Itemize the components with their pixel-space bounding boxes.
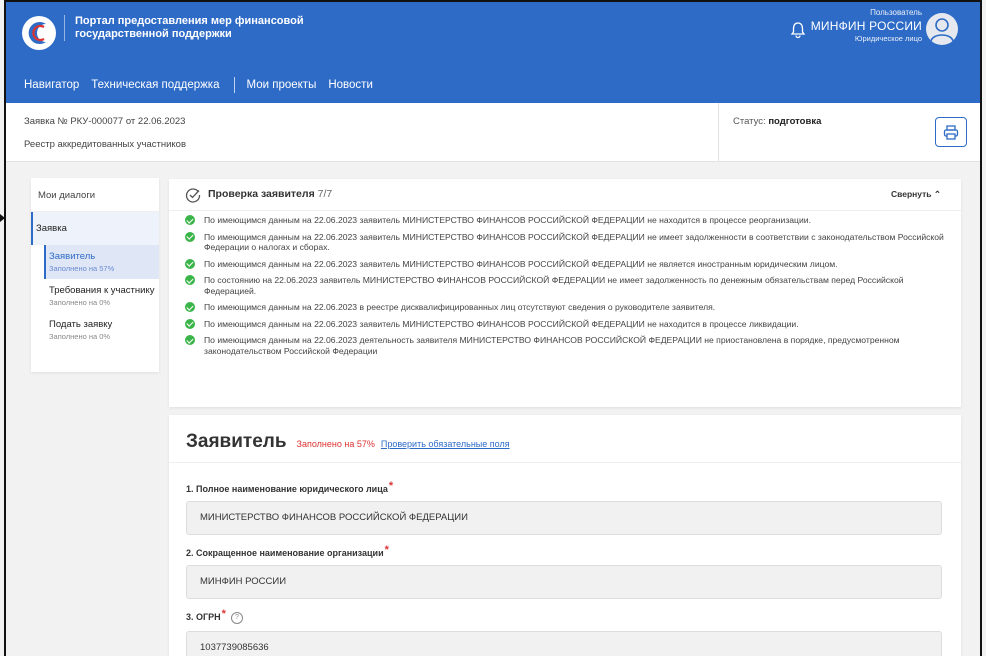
- printer-icon: [943, 124, 959, 140]
- short-name-field[interactable]: МИНФИН РОССИИ: [186, 565, 942, 599]
- short-name-label-text: 2. Сокращенное наименование организации: [186, 548, 384, 558]
- sidebar-item-application[interactable]: Заявка: [31, 212, 159, 245]
- check-success-icon: [185, 318, 195, 329]
- nav-news[interactable]: Новости: [328, 79, 373, 91]
- required-mark: *: [384, 544, 389, 556]
- required-mark: *: [388, 480, 394, 492]
- check-success-icon: [185, 215, 195, 225]
- nav-support[interactable]: Техническая поддержка: [91, 79, 219, 91]
- full-name-label: 1. Полное наименование юридического лица…: [186, 480, 394, 495]
- sidebar-item-applicant[interactable]: Заявитель Заполнено на 57%: [44, 245, 159, 279]
- check-item-text: По состоянию на 22.06.2023 заявитель МИН…: [204, 275, 904, 296]
- check-item-text: По имеющимся данным на 22.06.2023 заявит…: [204, 215, 811, 225]
- status-panel: Статус: подготовка: [718, 103, 980, 161]
- sidebar-item-label: Подать заявку: [49, 319, 113, 330]
- bell-icon[interactable]: [790, 21, 806, 39]
- portal-logo-icon[interactable]: [22, 16, 56, 50]
- check-count: 7/7: [317, 188, 333, 200]
- application-info-bar: Заявка № РКУ-000077 от 22.06.2023 Реестр…: [6, 103, 980, 162]
- print-button[interactable]: [935, 117, 967, 147]
- chevron-up-icon: ⌃: [933, 189, 941, 199]
- divider: [169, 462, 961, 463]
- application-sidebar: Мои диалоги Заявка Заявитель Заполнено н…: [31, 178, 159, 372]
- full-name-label-text: 1. Полное наименование юридического лица: [186, 484, 388, 494]
- edge-pointer-icon: [0, 214, 5, 222]
- collapse-label: Свернуть: [890, 189, 932, 199]
- check-item: По имеющимся данным на 22.06.2023 заявит…: [185, 215, 945, 226]
- applicant-header: Заявитель Заполнено на 57% Проверить обя…: [186, 431, 510, 453]
- check-circle-icon: [185, 187, 201, 203]
- sidebar-item-progress: Заполнено на 57%: [49, 264, 115, 273]
- sidebar-item-label: Требования к участнику: [49, 285, 155, 296]
- avatar[interactable]: [926, 13, 958, 45]
- nav-navigator[interactable]: Навигатор: [24, 79, 79, 91]
- check-card-header: Проверка заявителя 7/7 Свернуть ⌃: [169, 179, 961, 211]
- user-name: МИНФИН РОССИИ: [810, 19, 922, 33]
- check-item-text: По имеющимся данным на 22.06.2023 заявит…: [204, 258, 838, 269]
- check-item: По имеющимся данным на 22.06.2023 в реес…: [185, 302, 945, 313]
- portal-title[interactable]: Портал предоставления мер финансовой гос…: [64, 15, 335, 41]
- ogrn-label: 3. ОГРН*?: [186, 608, 243, 624]
- check-item: По имеющимся данным на 22.06.2023 заявит…: [185, 318, 945, 330]
- check-item: По имеющимся данным на 22.06.2023 деятел…: [185, 335, 945, 356]
- full-name-field[interactable]: МИНИСТЕРСТВО ФИНАНСОВ РОССИЙСКОЙ ФЕДЕРАЦ…: [186, 501, 942, 535]
- main-nav: Навигатор Техническая поддержка Мои прое…: [24, 77, 385, 93]
- applicant-title: Заявитель: [186, 431, 287, 452]
- collapse-button[interactable]: Свернуть ⌃: [891, 189, 941, 200]
- check-item: По имеющимся данным на 22.06.2023 заявит…: [185, 231, 945, 253]
- check-title-text: Проверка заявителя: [208, 188, 315, 200]
- check-item-text: По имеющимся данным на 22.06.2023 заявит…: [204, 231, 944, 253]
- check-item-text: По имеющимся данным на 22.06.2023 деятел…: [204, 335, 900, 356]
- sidebar-item-requirements[interactable]: Требования к участнику Заполнено на 0%: [44, 279, 159, 313]
- ogrn-field[interactable]: 1037739085636: [186, 631, 942, 656]
- nav-my-projects[interactable]: Мои проекты: [247, 79, 317, 91]
- sidebar-item-label: Заявитель: [49, 251, 96, 262]
- check-success-icon: [185, 302, 195, 312]
- required-mark: *: [221, 608, 226, 620]
- sidebar-item-progress: Заполнено на 0%: [49, 298, 111, 307]
- check-success-icon: [185, 258, 195, 269]
- application-number: Заявка № РКУ-000077 от 22.06.2023: [24, 116, 186, 127]
- nav-divider: [233, 77, 235, 93]
- sidebar-item-dialogs[interactable]: Мои диалоги: [31, 178, 159, 212]
- site-header: Портал предоставления мер финансовой гос…: [6, 2, 980, 103]
- help-icon[interactable]: ?: [230, 611, 243, 624]
- check-success-icon: [185, 335, 195, 345]
- user-role: Пользователь: [870, 8, 922, 17]
- check-item: По состоянию на 22.06.2023 заявитель МИН…: [185, 275, 945, 296]
- application-status: Статус: подготовка: [733, 116, 821, 127]
- applicant-fill-status: Заполнено на 57%: [296, 439, 375, 449]
- sidebar-item-submit[interactable]: Подать заявку Заполнено на 0%: [44, 313, 159, 347]
- short-name-label: 2. Сокращенное наименование организации*: [186, 544, 389, 559]
- applicant-check-card: Проверка заявителя 7/7 Свернуть ⌃ По име…: [169, 179, 961, 407]
- check-success-icon: [185, 275, 195, 285]
- registry-name: Реестр аккредитованных участников: [24, 139, 187, 150]
- check-success-icon: [185, 231, 195, 242]
- ogrn-label-text: 3. ОГРН: [186, 612, 221, 622]
- status-label: Статус:: [733, 116, 766, 127]
- check-title: Проверка заявителя 7/7: [208, 188, 332, 200]
- check-item: По имеющимся данным на 22.06.2023 заявит…: [185, 258, 945, 270]
- sidebar-item-progress: Заполнено на 0%: [49, 332, 111, 341]
- check-required-fields-link[interactable]: Проверить обязательные поля: [381, 439, 510, 449]
- check-item-text: По имеющимся данным на 22.06.2023 заявит…: [204, 318, 799, 329]
- user-type: Юридическое лицо: [854, 34, 922, 43]
- status-value: подготовка: [768, 116, 822, 127]
- user-menu[interactable]: Пользователь МИНФИН РОССИИ Юридическое л…: [811, 8, 922, 44]
- check-item-text: По имеющимся данным на 22.06.2023 в реес…: [204, 302, 716, 312]
- app-window: Портал предоставления мер финансовой гос…: [4, 0, 982, 656]
- check-list: По имеющимся данным на 22.06.2023 заявит…: [169, 211, 961, 356]
- applicant-form-card: Заявитель Заполнено на 57% Проверить обя…: [169, 415, 961, 656]
